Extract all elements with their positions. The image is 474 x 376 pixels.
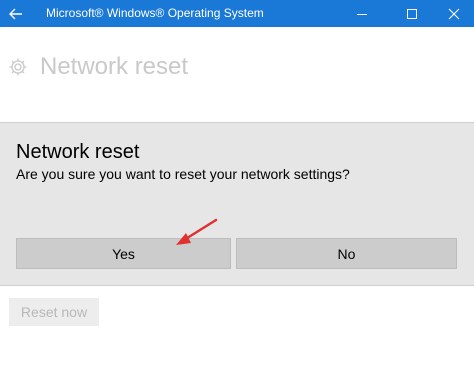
- minimize-button[interactable]: [340, 0, 384, 27]
- maximize-button[interactable]: [390, 0, 434, 27]
- minimize-icon: [357, 13, 367, 15]
- page-title: Network reset: [40, 53, 189, 80]
- dialog-title: Network reset: [16, 141, 140, 163]
- back-arrow-icon: [9, 8, 22, 19]
- reset-now-button[interactable]: Reset now: [9, 298, 99, 326]
- maximize-icon: [407, 8, 417, 19]
- dialog-message: Are you sure you want to reset your netw…: [16, 166, 350, 182]
- settings-window: Microsoft® Windows® Operating System Net…: [0, 0, 474, 376]
- back-button[interactable]: [0, 0, 32, 27]
- page-header: Network reset: [8, 52, 188, 82]
- yes-button[interactable]: Yes: [16, 238, 231, 269]
- gear-icon: [9, 58, 27, 76]
- close-icon: [448, 8, 460, 19]
- window-title: Microsoft® Windows® Operating System: [46, 6, 264, 20]
- no-button[interactable]: No: [236, 238, 457, 269]
- confirmation-dialog: Network reset Are you sure you want to r…: [0, 122, 474, 286]
- close-button[interactable]: [432, 0, 474, 27]
- title-bar: Microsoft® Windows® Operating System: [0, 0, 474, 27]
